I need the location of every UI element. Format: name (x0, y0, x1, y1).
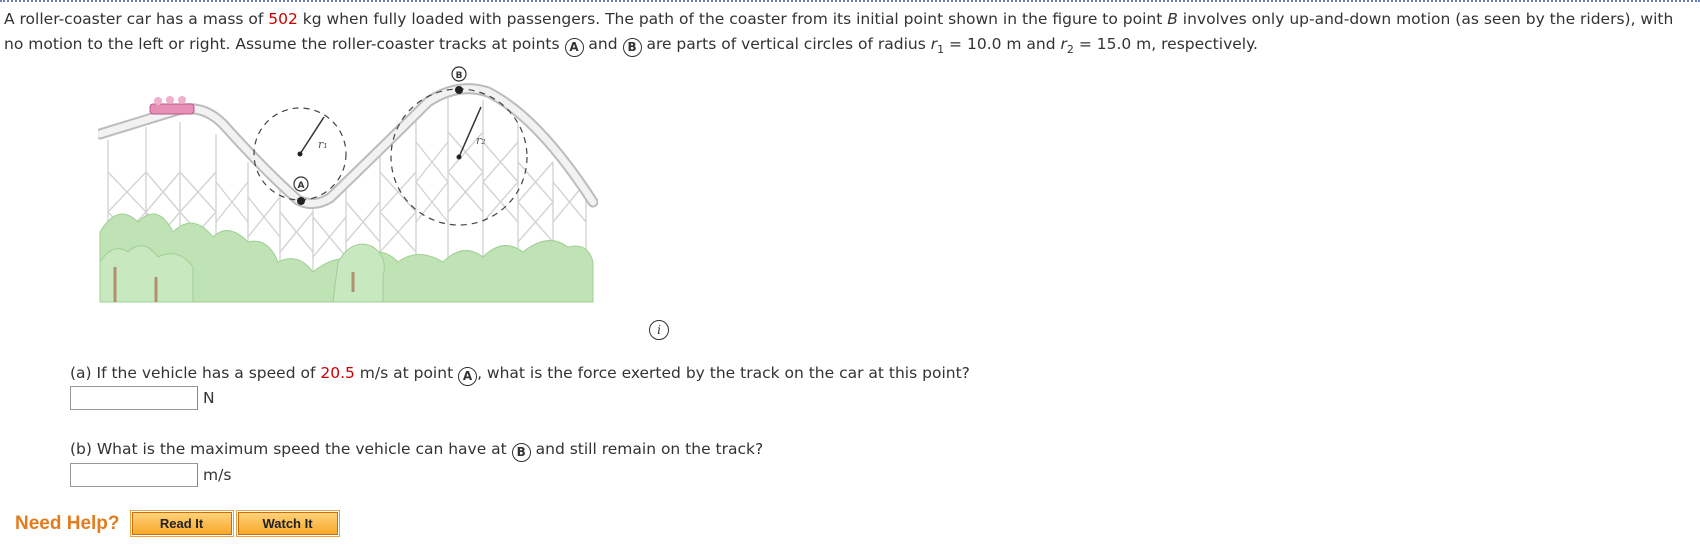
speed-value: 20.5 (320, 364, 355, 382)
part-a-unit: N (197, 386, 215, 410)
read-it-button[interactable]: Read It (129, 510, 234, 537)
coaster-car (149, 96, 195, 115)
roller-coaster-drawing: r₁ r₂ A B (94, 66, 599, 303)
roller-coaster-figure: r₁ r₂ A B (94, 62, 599, 304)
part-a-answer-row: N (70, 386, 215, 412)
center-r1 (297, 151, 303, 157)
point-a-marker: A (564, 38, 584, 57)
info-icon[interactable]: i (649, 320, 669, 340)
part-b-question: (b) What is the maximum speed the vehicl… (70, 440, 763, 462)
r2-label: r₂ (476, 134, 486, 147)
need-help-label: Need Help? (15, 512, 120, 534)
part-a-question: (a) If the vehicle has a speed of 20.5 m… (70, 364, 970, 386)
part-b-answer-input[interactable] (70, 463, 198, 487)
top-divider (0, 0, 1700, 2)
point-b-marker: B (511, 443, 531, 462)
mass-value: 502 (268, 10, 298, 28)
part-b-unit: m/s (197, 463, 231, 487)
label-b: B (456, 71, 463, 81)
problem-statement: A roller-coaster car has a mass of 502 k… (4, 10, 1674, 57)
watch-it-button[interactable]: Watch It (235, 510, 340, 537)
label-a: A (298, 181, 305, 191)
center-r2 (456, 154, 462, 160)
radius-r2-line (458, 106, 482, 158)
r1-label: r₁ (318, 138, 328, 151)
point-b-marker: B (622, 38, 642, 57)
point-a-marker: A (458, 367, 478, 386)
part-a-answer-input[interactable] (70, 386, 198, 410)
point-a-dot (297, 197, 305, 205)
part-b-answer-row: m/s (70, 463, 231, 489)
point-b-dot (455, 86, 463, 94)
need-help-bar: Need Help? Read It Watch It (15, 510, 344, 542)
